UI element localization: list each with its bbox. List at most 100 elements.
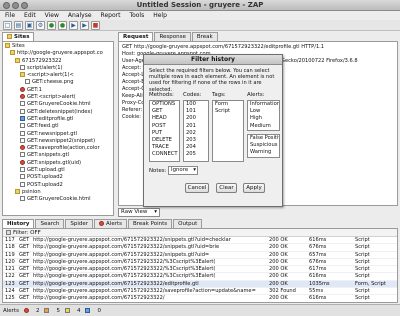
drop-icon[interactable]: ■ [91, 21, 100, 30]
list-item[interactable]: 101 [184, 108, 208, 115]
tree-node[interactable]: GET:snippets.gtl [5, 152, 111, 159]
tree-node[interactable]: GET:cheese.png [5, 79, 111, 86]
tab-break[interactable]: Break [191, 32, 218, 41]
tab-response[interactable]: Response [154, 32, 191, 41]
filter-button[interactable]: Filter: OFF [3, 229, 397, 237]
list-item[interactable]: False Positive [248, 135, 279, 142]
tab-output[interactable]: Output [173, 219, 203, 228]
break-icon[interactable]: ● [47, 21, 56, 30]
tree-node[interactable]: GET:GruyereCookie.html [5, 101, 111, 108]
new-session-icon[interactable]: □ [3, 21, 12, 30]
history-row[interactable]: 119 GET http://google-gruyere.appspot.com/… [3, 252, 397, 259]
tags-list[interactable]: Form Script [212, 100, 244, 162]
list-item[interactable]: Script [213, 108, 243, 115]
notes-select[interactable]: Ignore ▾ [168, 166, 198, 175]
clear-button[interactable]: Clear [216, 183, 237, 193]
tree-node[interactable]: GET:<script>alert( [5, 94, 111, 101]
menu-tools[interactable]: Tools [129, 11, 144, 20]
list-item[interactable]: Form [213, 101, 243, 108]
reliability-list[interactable]: False Positive Suspicious Warning [247, 134, 280, 158]
list-item[interactable]: TRACE [150, 144, 179, 151]
menu-view[interactable]: View [45, 11, 59, 20]
tree-node[interactable]: GET:1 [5, 86, 111, 94]
history-row[interactable]: 124 GET http://google-gruyere.appspot.com/… [3, 288, 397, 296]
tab-spider[interactable]: Spider [65, 219, 94, 228]
codes-list[interactable]: 100 101 200 201 202 203 204 205 [183, 100, 209, 162]
options-icon[interactable]: ⚙ [36, 21, 45, 30]
history-row[interactable]: 120 GET http://google-gruyere.appspot.com/… [3, 259, 397, 267]
list-item[interactable]: Low [248, 108, 279, 115]
history-row[interactable]: 121 GET http://google-gruyere.appspot.com/… [3, 266, 397, 274]
cancel-button[interactable]: Cancel [185, 183, 209, 193]
tree-node[interactable]: script/alert(1) [5, 64, 111, 72]
list-item[interactable]: Informational [248, 101, 279, 108]
tab-alerts[interactable]: Alerts [94, 219, 127, 228]
tree-node[interactable]: GET:newsnippet2(snippet) [5, 137, 111, 145]
tree-node[interactable]: 671572923322 [5, 57, 111, 65]
tree-node[interactable]: GET:snippets.gtl(uid) [5, 159, 111, 167]
list-item[interactable]: Warning [248, 149, 279, 156]
list-item[interactable]: POST [150, 123, 179, 130]
menu-help[interactable]: Help [153, 11, 167, 20]
tree-node[interactable]: POST:upload2 [5, 174, 111, 181]
list-item[interactable]: OPTIONS [150, 101, 179, 108]
alerts-list[interactable]: Informational Low High Medium [247, 100, 280, 131]
list-item[interactable]: 201 [184, 123, 208, 130]
tree-node[interactable]: GET:GruyereCookie.html [5, 196, 111, 203]
history-cell: 118 [5, 244, 15, 251]
list-item[interactable]: 203 [184, 137, 208, 144]
list-item[interactable]: High [248, 115, 279, 122]
list-item[interactable]: 202 [184, 130, 208, 137]
history-row[interactable]: 125 GET http://google-gruyere.appspot.com/… [3, 295, 397, 302]
tree-node[interactable]: GET:deletesnippet(index) [5, 108, 111, 116]
step-icon[interactable]: ▶ [69, 21, 78, 30]
list-item[interactable]: Suspicious [248, 142, 279, 149]
tab-breakpoints[interactable]: Break Points [128, 219, 173, 228]
tree-node[interactable]: GET:editprofile.gtl [5, 115, 111, 123]
menu-file[interactable]: File [5, 11, 15, 20]
list-item[interactable]: GET [150, 108, 179, 115]
maximize-window-icon[interactable] [21, 2, 28, 9]
list-item[interactable]: 204 [184, 144, 208, 151]
tree-node[interactable]: GET:newsnippet.gtl [5, 130, 111, 138]
list-item[interactable]: DELETE [150, 137, 179, 144]
history-cell: http://google-gruyere.appspot.com/671572… [33, 266, 216, 273]
alert-flag-icon [20, 94, 25, 100]
tree-node[interactable]: psinion [5, 188, 111, 196]
tab-history[interactable]: History [2, 219, 35, 228]
menu-edit[interactable]: Edit [24, 11, 36, 20]
list-item[interactable]: PUT [150, 130, 179, 137]
continue-icon[interactable]: ▶ [80, 21, 89, 30]
list-item[interactable]: Medium [248, 123, 279, 130]
save-session-icon[interactable]: ▣ [25, 21, 34, 30]
minimize-window-icon[interactable] [12, 2, 19, 9]
tree-node[interactable]: GET:saveprofile(action,color [5, 145, 111, 152]
view-select[interactable]: Raw View ▾ [118, 208, 160, 217]
history-row[interactable]: 117 GET http://google-gruyere.appspot.com/… [3, 237, 397, 245]
tree-node[interactable]: GET:upload.gtl [5, 167, 111, 174]
list-item[interactable]: 100 [184, 101, 208, 108]
history-row[interactable]: 118 GET http://google-gruyere.appspot.com/… [3, 244, 397, 252]
history-cell: http://google-gruyere.appspot.com/671572… [33, 237, 231, 243]
apply-button[interactable]: Apply [243, 183, 265, 193]
open-session-icon[interactable]: ▤ [14, 21, 23, 30]
tree-node[interactable]: GET:feed.gtl [5, 123, 111, 130]
tab-sites[interactable]: Sites [2, 32, 35, 41]
close-window-icon[interactable] [3, 2, 10, 9]
tree-node[interactable]: <script>alert(1)< [5, 72, 111, 79]
tab-search[interactable]: Search [35, 219, 65, 228]
list-item[interactable]: 205 [184, 151, 208, 158]
tree-node[interactable]: POST:upload2 [5, 181, 111, 189]
history-row[interactable]: 122 GET http://google-gruyere.appspot.com/… [3, 273, 397, 281]
tree-node[interactable]: Sites [5, 43, 111, 50]
list-item[interactable]: CONNECT [150, 151, 179, 158]
list-item[interactable]: HEAD [150, 115, 179, 122]
list-item[interactable]: 200 [184, 115, 208, 122]
tree-node[interactable]: http://google-gruyere.appspot.co [5, 50, 111, 57]
methods-list[interactable]: OPTIONS GET HEAD POST PUT DELETE TRACE C… [149, 100, 180, 162]
history-row[interactable]: 123 GET http://google-gruyere.appspot.com/… [3, 280, 397, 289]
menu-analyse[interactable]: Analyse [68, 11, 92, 20]
menu-report[interactable]: Report [101, 11, 121, 20]
tab-request[interactable]: Request [118, 32, 154, 41]
break-response-icon[interactable]: ● [58, 21, 67, 30]
